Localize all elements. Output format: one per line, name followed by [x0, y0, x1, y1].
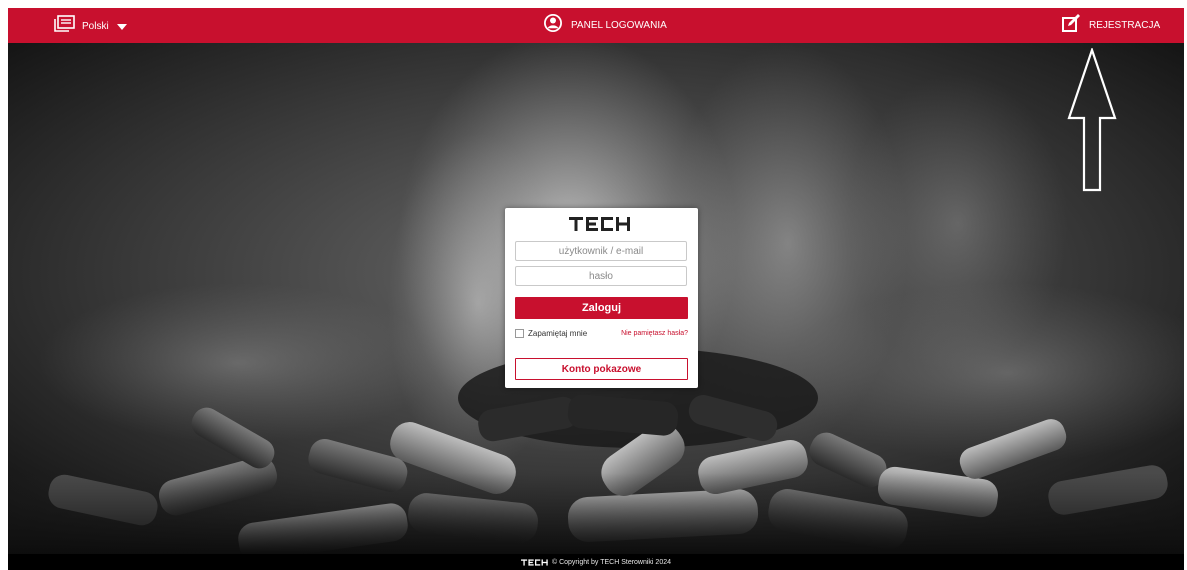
- footer-tech-logo: [520, 553, 549, 570]
- login-panel-header: PANEL LOGOWANIA: [543, 13, 667, 38]
- top-bar: Polski PANEL LOGOWANIA REJESTRACJA: [8, 8, 1184, 43]
- user-icon: [543, 13, 563, 38]
- copyright-text: © Copyright by TECH Sterowniki 2024: [551, 558, 672, 566]
- login-button[interactable]: Zaloguj: [515, 297, 688, 319]
- register-link[interactable]: REJESTRACJA: [1061, 13, 1160, 38]
- tech-logo: [569, 217, 633, 236]
- chevron-down-icon: [116, 24, 127, 30]
- remember-me-label: Zapamiętaj mnie: [528, 329, 588, 338]
- checkbox-box[interactable]: [515, 329, 524, 338]
- remember-me-checkbox[interactable]: Zapamiętaj mnie: [515, 329, 587, 338]
- panel-title: PANEL LOGOWANIA: [571, 20, 667, 31]
- register-label: REJESTRACJA: [1089, 20, 1161, 31]
- footer: © Copyright by TECH Sterowniki 2024: [8, 554, 1184, 570]
- password-input[interactable]: [515, 266, 687, 286]
- login-card: Zaloguj Zapamiętaj mnie Nie pamiętasz ha…: [505, 208, 698, 388]
- demo-account-button[interactable]: Konto pokazowe: [515, 358, 688, 380]
- edit-icon: [1061, 13, 1081, 38]
- arrow-up-icon: [1066, 46, 1118, 198]
- app-window: Polski PANEL LOGOWANIA REJESTRACJA użytk…: [8, 8, 1184, 570]
- forgot-password-link[interactable]: Nie pamiętasz hasła?: [621, 329, 688, 339]
- username-input[interactable]: [515, 241, 687, 261]
- language-label: Polski: [82, 20, 109, 32]
- language-selector[interactable]: Polski: [54, 14, 127, 38]
- language-icon: [54, 14, 76, 38]
